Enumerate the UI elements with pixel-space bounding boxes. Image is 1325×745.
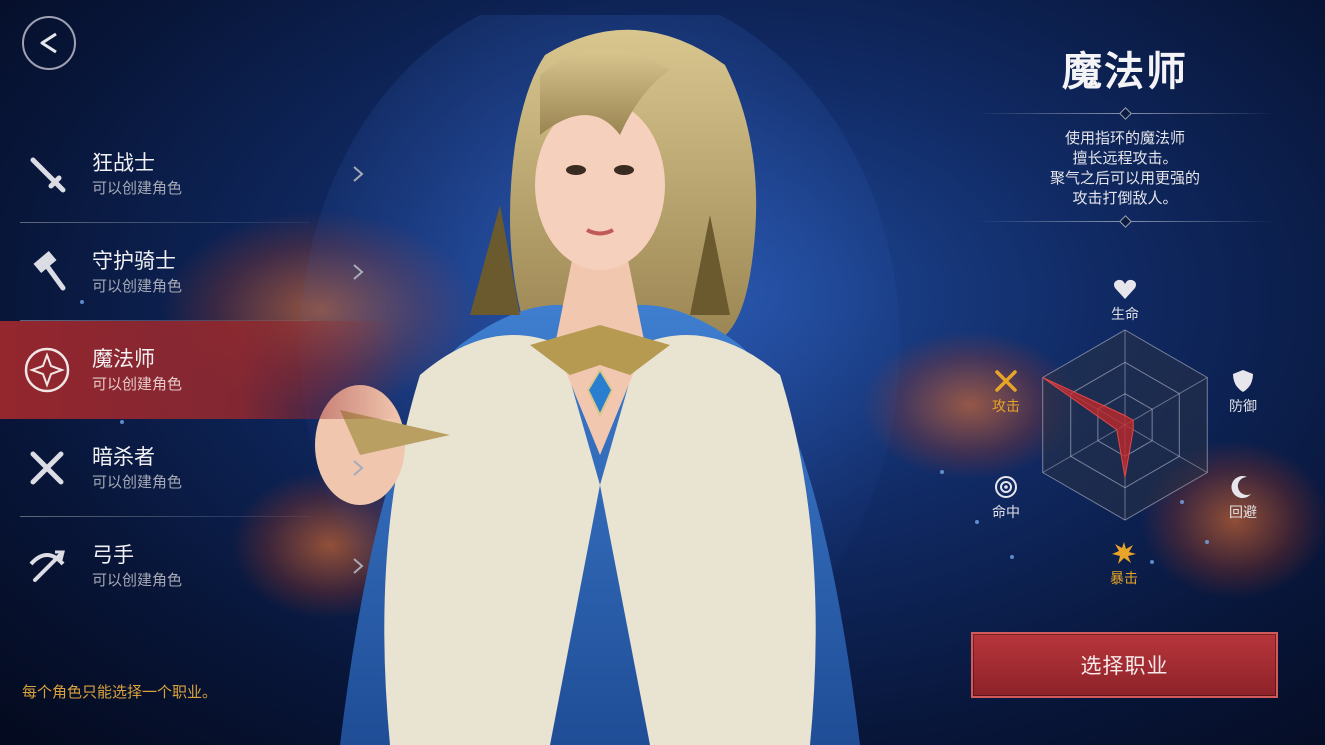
class-item-assassin[interactable]: 暗杀者 可以创建角色	[0, 419, 400, 517]
stat-defense: 防御	[1213, 368, 1273, 416]
stat-label: 攻击	[992, 399, 1020, 415]
stat-label: 生命	[1111, 307, 1139, 323]
hammer-icon	[22, 247, 72, 297]
crossed-daggers-icon	[22, 443, 72, 493]
class-item-berserker[interactable]: 狂战士 可以创建角色	[0, 125, 400, 223]
class-name: 弓手	[92, 543, 134, 567]
chevron-right-icon	[353, 460, 364, 476]
stat-label: 防御	[1229, 399, 1257, 415]
target-icon	[995, 476, 1017, 498]
class-name: 狂战士	[92, 151, 155, 175]
class-status: 可以创建角色	[92, 179, 183, 197]
description-line: 擅长远程攻击。	[1072, 149, 1178, 167]
class-description: 使用指环的魔法师 擅长远程攻击。 聚气之后可以用更强的 攻击打倒敌人。	[975, 124, 1275, 212]
class-name: 守护骑士	[92, 249, 176, 273]
crossed-swords-icon	[995, 370, 1017, 392]
chevron-right-icon	[353, 558, 364, 574]
shield-icon	[1233, 370, 1253, 392]
crescent-moon-icon	[1231, 476, 1251, 499]
stat-accuracy: 命中	[976, 474, 1036, 522]
magic-ring-icon	[22, 345, 72, 395]
description-line: 聚气之后可以用更强的	[1049, 169, 1200, 187]
class-status: 可以创建角色	[92, 473, 183, 491]
back-arrow-icon	[40, 32, 57, 54]
chevron-right-icon	[353, 264, 364, 280]
class-item-mage[interactable]: 魔法师 可以创建角色	[0, 321, 400, 419]
stat-label: 回避	[1229, 505, 1257, 521]
class-list: 狂战士 可以创建角色 守护骑士 可以创建角色 魔法师 可以创建角色 暗杀者 可以…	[0, 125, 400, 615]
class-name: 暗杀者	[92, 445, 155, 469]
class-status: 可以创建角色	[92, 375, 183, 393]
stat-attack: 攻击	[976, 368, 1036, 416]
stat-label: 暴击	[1110, 571, 1138, 587]
heart-icon	[1114, 279, 1136, 299]
class-item-archer[interactable]: 弓手 可以创建角色	[0, 517, 400, 615]
description-line: 使用指环的魔法师	[1064, 129, 1185, 147]
class-status: 可以创建角色	[92, 277, 183, 295]
sword-icon	[22, 149, 72, 199]
selected-class-title: 魔法师	[1062, 49, 1188, 95]
ornament-divider	[975, 215, 1275, 228]
crossbow-icon	[22, 541, 72, 591]
class-selection-notice: 每个角色只能选择一个职业。	[22, 683, 218, 701]
class-item-guardian-knight[interactable]: 守护骑士 可以创建角色	[0, 223, 400, 321]
stat-critical: 暴击	[1094, 540, 1154, 588]
back-button[interactable]	[22, 16, 76, 70]
ornament-divider	[975, 107, 1275, 120]
description-line: 攻击打倒敌人。	[1072, 189, 1178, 207]
burst-icon	[1112, 542, 1136, 564]
select-class-button[interactable]: 选择职业	[971, 632, 1278, 698]
class-status: 可以创建角色	[92, 571, 183, 589]
stat-label: 命中	[992, 505, 1020, 521]
stat-evasion: 回避	[1213, 474, 1273, 522]
stat-hp: 生命	[1095, 276, 1155, 324]
class-name: 魔法师	[92, 347, 155, 371]
chevron-right-icon	[353, 166, 364, 182]
class-info-panel: 魔法师 使用指环的魔法师 擅长远程攻击。 聚气之后可以用更强的 攻击打倒敌人。	[975, 40, 1275, 232]
stat-radar: 生命 防御 回避 暴击 命中 攻击	[975, 270, 1275, 600]
